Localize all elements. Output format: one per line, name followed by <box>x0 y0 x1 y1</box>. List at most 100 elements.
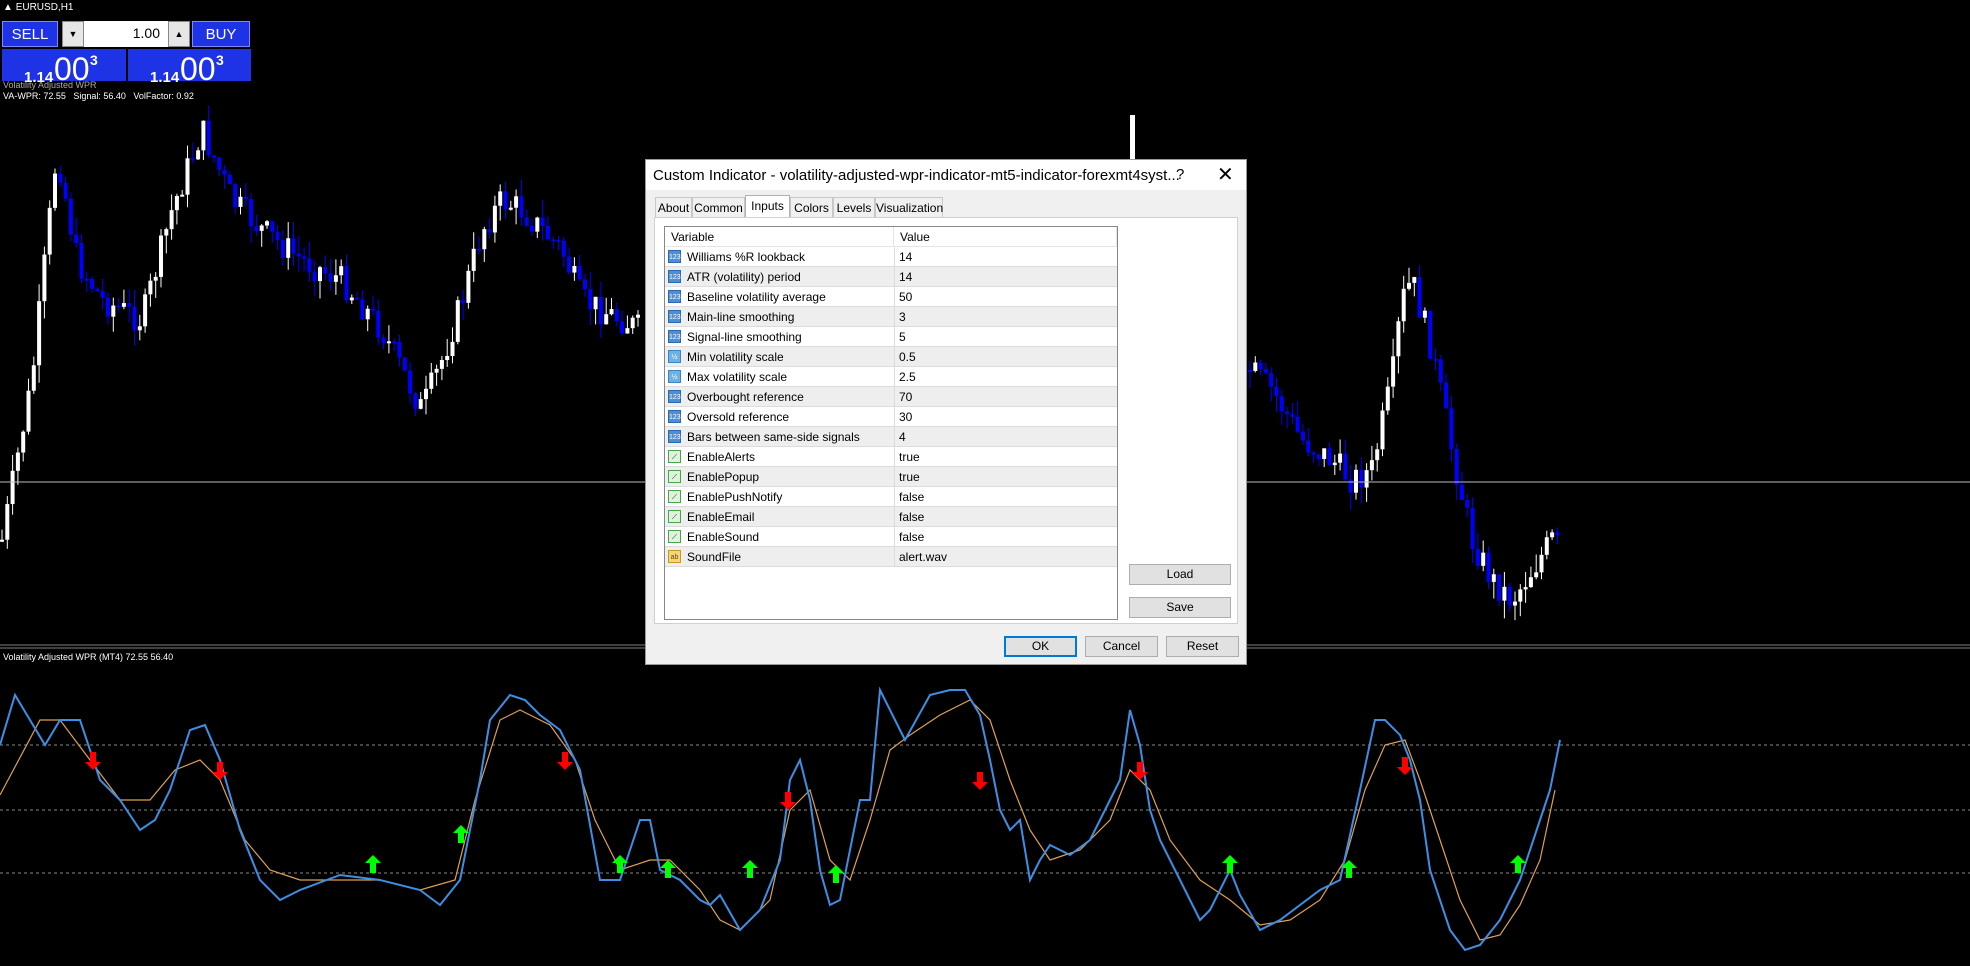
param-type-icon: ⟋ <box>668 490 681 503</box>
candle-body <box>397 341 402 358</box>
reset-button[interactable]: Reset <box>1166 636 1239 657</box>
param-row[interactable]: 123 Baseline volatility average 50 <box>665 287 1117 307</box>
column-header-variable[interactable]: Variable <box>665 227 894 247</box>
candle-body <box>604 314 609 325</box>
signal-arrows <box>85 752 1526 883</box>
candle-body <box>100 291 105 298</box>
load-button[interactable]: Load <box>1129 564 1231 585</box>
candle-body <box>201 120 206 151</box>
param-row[interactable]: 123 Overbought reference 70 <box>665 387 1117 407</box>
lot-increase-icon[interactable]: ▲ <box>168 21 190 47</box>
candle-body <box>1380 410 1385 450</box>
candle-body <box>636 314 640 318</box>
inputs-table[interactable]: Variable Value 123 Williams %R lookback 14… <box>664 226 1118 620</box>
candle-body <box>514 196 519 208</box>
lot-size-input[interactable]: 1.00 <box>84 21 168 47</box>
tab-inputs[interactable]: Inputs <box>745 195 790 218</box>
param-value[interactable]: false <box>894 487 924 506</box>
param-row[interactable]: ½ Max volatility scale 2.5 <box>665 367 1117 387</box>
param-row[interactable]: 123 Main-line smoothing 3 <box>665 307 1117 327</box>
tab-levels[interactable]: Levels <box>833 197 875 217</box>
buy-price-small: 1.14 <box>150 69 180 86</box>
close-icon[interactable]: ✕ <box>1217 162 1234 187</box>
param-value[interactable]: true <box>894 467 920 486</box>
param-value[interactable]: 3 <box>894 307 906 326</box>
candle-body <box>137 326 142 331</box>
candle-body <box>572 266 577 273</box>
candle-body <box>79 242 84 279</box>
param-row[interactable]: 123 ATR (volatility) period 14 <box>665 267 1117 287</box>
param-value[interactable]: 2.5 <box>894 367 916 386</box>
param-row[interactable]: ⟋ EnableEmail false <box>665 507 1117 527</box>
candle-body <box>116 305 121 308</box>
candle-body <box>1285 411 1290 415</box>
tab-common[interactable]: Common <box>692 197 745 217</box>
candle-body <box>445 356 450 361</box>
candle-body <box>1491 574 1496 582</box>
candle-body <box>620 321 625 334</box>
help-button[interactable]: ? <box>1176 166 1184 183</box>
candle-body <box>556 240 561 243</box>
param-row[interactable]: ab SoundFile alert.wav <box>665 547 1117 567</box>
param-value[interactable]: alert.wav <box>894 547 947 566</box>
param-row[interactable]: ½ Min volatility scale 0.5 <box>665 347 1117 367</box>
candle-body <box>1391 356 1396 387</box>
candle-body <box>455 300 460 342</box>
param-value[interactable]: 70 <box>894 387 912 406</box>
candle-body <box>482 229 487 250</box>
ok-button[interactable]: OK <box>1004 636 1077 657</box>
param-value[interactable]: 0.5 <box>894 347 916 366</box>
candle-body <box>302 256 307 259</box>
tab-about[interactable]: About <box>655 197 692 217</box>
param-value[interactable]: 30 <box>894 407 912 426</box>
candle-body <box>1311 452 1316 455</box>
candle-body <box>90 278 95 289</box>
save-button[interactable]: Save <box>1129 597 1231 618</box>
param-name: EnableSound <box>687 530 760 544</box>
param-value[interactable]: 50 <box>894 287 912 306</box>
tab-colors[interactable]: Colors <box>790 197 833 217</box>
param-value[interactable]: 14 <box>894 267 912 286</box>
dialog-title-bar[interactable]: Custom Indicator - volatility-adjusted-w… <box>646 160 1246 190</box>
candle-body <box>508 207 513 210</box>
param-value[interactable]: false <box>894 527 924 546</box>
param-row[interactable]: 123 Bars between same-side signals 4 <box>665 427 1117 447</box>
buy-price[interactable]: 1.14 00 3 <box>128 49 251 87</box>
param-row[interactable]: 123 Signal-line smoothing 5 <box>665 327 1117 347</box>
lot-decrease-icon[interactable]: ▼ <box>62 21 84 47</box>
param-row[interactable]: ⟋ EnableAlerts true <box>665 447 1117 467</box>
param-value[interactable]: false <box>894 507 924 526</box>
candle-body <box>63 182 68 199</box>
tab-visualization[interactable]: Visualization <box>875 197 943 217</box>
param-value[interactable]: 5 <box>894 327 906 346</box>
indicator-name: Volatility Adjusted WPR <box>3 80 97 90</box>
candle-body <box>222 170 227 175</box>
candle-body <box>254 226 259 231</box>
candle-body <box>270 221 275 232</box>
buy-button[interactable]: BUY <box>192 21 250 47</box>
param-row[interactable]: 123 Oversold reference 30 <box>665 407 1117 427</box>
candle-body <box>0 539 4 542</box>
candle-body <box>1354 469 1358 493</box>
candle-body <box>307 258 312 273</box>
candle-body <box>74 234 79 243</box>
param-value[interactable]: 4 <box>894 427 906 446</box>
column-header-value[interactable]: Value <box>894 227 1117 247</box>
param-value[interactable]: 14 <box>894 247 912 266</box>
candle-body <box>227 174 232 185</box>
param-row[interactable]: ⟋ EnablePopup true <box>665 467 1117 487</box>
param-row[interactable]: ⟋ EnableSound false <box>665 527 1117 547</box>
candle-body <box>439 360 444 369</box>
collapse-icon[interactable]: ▲ <box>3 2 13 13</box>
param-row[interactable]: ⟋ EnablePushNotify false <box>665 487 1117 507</box>
param-value[interactable]: true <box>894 447 920 466</box>
candle-body <box>37 301 42 366</box>
sell-button[interactable]: SELL <box>2 21 58 47</box>
candle-body <box>190 158 195 161</box>
param-name: Baseline volatility average <box>687 290 826 304</box>
cancel-button[interactable]: Cancel <box>1085 636 1158 657</box>
sell-price[interactable]: 1.14 00 3 <box>2 49 126 87</box>
param-row[interactable]: 123 Williams %R lookback 14 <box>665 247 1117 267</box>
candle-body <box>450 341 455 357</box>
candle-body <box>26 390 31 432</box>
